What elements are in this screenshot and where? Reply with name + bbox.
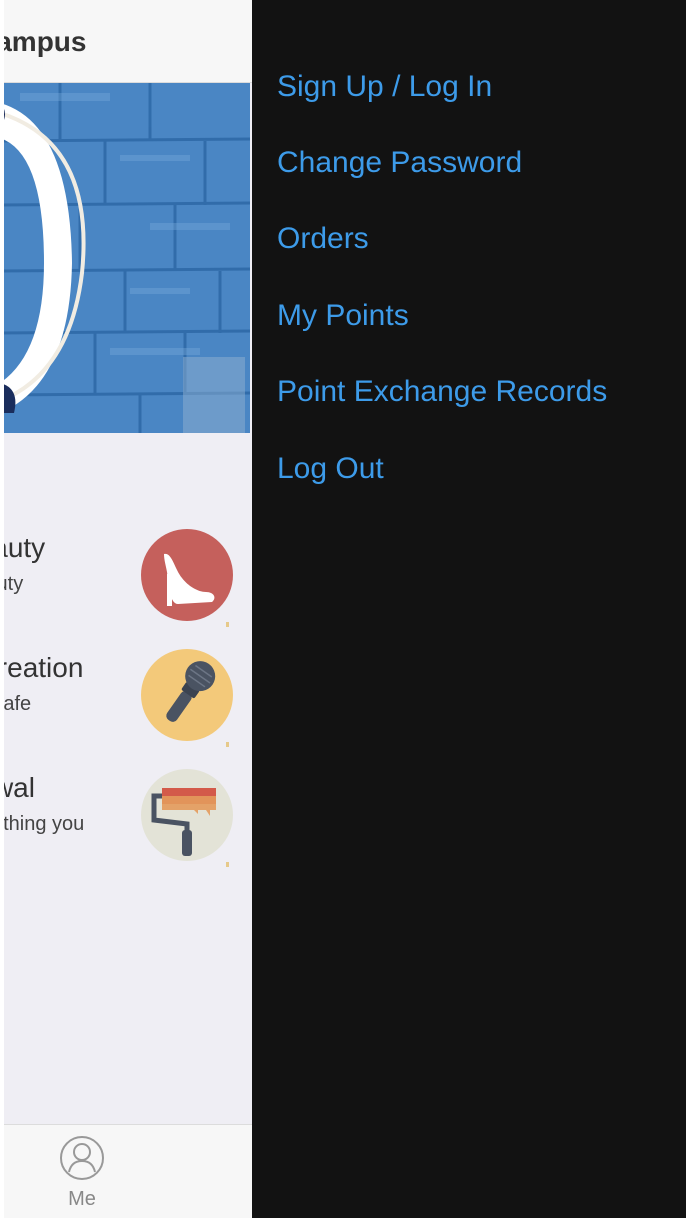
microphone-icon <box>141 649 233 747</box>
category-subtitle: KTV & cafe <box>0 693 32 715</box>
page-title: Campus <box>0 26 87 57</box>
menu-item-change-password[interactable]: Change Password <box>277 146 522 180</box>
paint-roller-icon <box>141 769 233 867</box>
category-title: Beauty <box>0 532 46 563</box>
menu-item-log-out[interactable]: Log Out <box>277 452 384 486</box>
screen-edge <box>0 0 4 1218</box>
menu-item-my-points[interactable]: My Points <box>277 299 409 333</box>
menu-item-orders[interactable]: Orders <box>277 222 369 256</box>
category-title: Recreation <box>0 652 84 683</box>
menu-item-sign-up-log-in[interactable]: Sign Up / Log In <box>277 70 492 104</box>
category-item-recreation[interactable]: Recreation KTV & cafe <box>0 640 250 750</box>
promo-banner[interactable] <box>0 83 250 433</box>
category-item-renewal[interactable]: Renewal Everything you <box>0 760 250 870</box>
side-drawer-menu: Sign Up / Log In Change Password Orders … <box>252 0 686 1218</box>
menu-item-point-exchange-records[interactable]: Point Exchange Records <box>277 375 607 409</box>
top-navigation-bar: Campus <box>0 0 252 83</box>
banner-image <box>0 83 250 433</box>
category-item-beauty[interactable]: Beauty Shoes & beauty <box>0 520 250 630</box>
category-title: Renewal <box>0 772 35 803</box>
tab-me-label: Me <box>68 1188 96 1210</box>
screen: Campus <box>0 0 686 1218</box>
tab-me[interactable]: Me <box>50 1135 114 1215</box>
main-page: Campus <box>0 0 252 1218</box>
bottom-tab-bar: Me <box>0 1124 252 1218</box>
category-subtitle: Everything you <box>0 813 85 835</box>
high-heel-icon <box>141 529 233 627</box>
user-icon <box>60 1136 104 1180</box>
